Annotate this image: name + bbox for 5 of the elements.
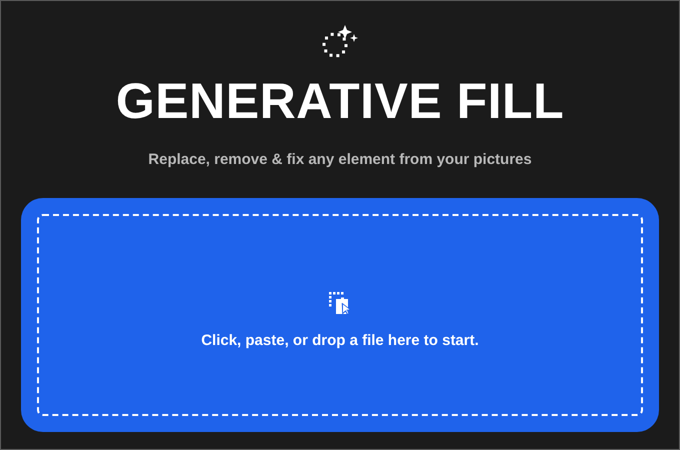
page-title: GENERATIVE FILL (116, 73, 564, 129)
dropzone-label: Click, paste, or drop a file here to start. (201, 332, 479, 348)
sparkle-icon (320, 23, 360, 59)
upload-dropzone[interactable]: Click, paste, or drop a file here to start. (21, 198, 659, 432)
subtitle: Replace, remove & fix any element from your pictures (148, 151, 532, 168)
